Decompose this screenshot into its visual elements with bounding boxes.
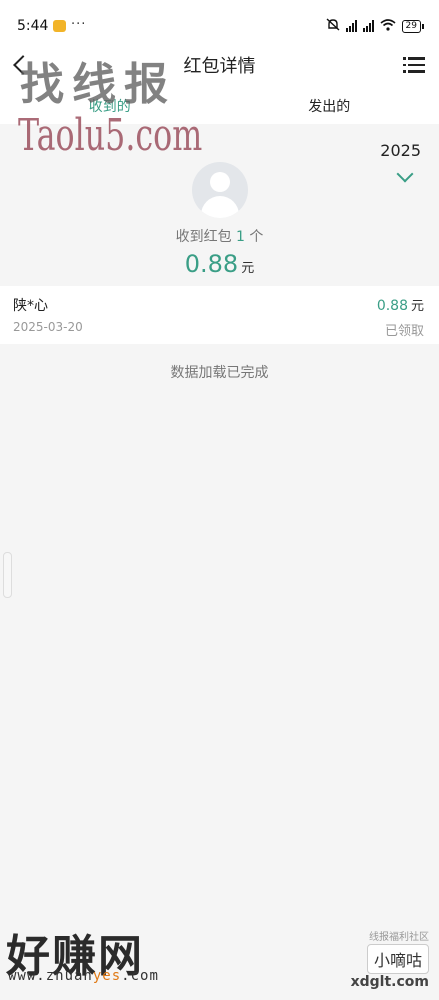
watermark-small: 线报福利社区 <box>369 932 429 943</box>
tab-sent[interactable]: 发出的 <box>220 88 439 124</box>
load-complete-text: 数据加载已完成 <box>170 365 269 381</box>
record-date: 2025-03-20 <box>13 320 83 334</box>
chevron-down-icon[interactable] <box>396 165 414 183</box>
count-suffix: 个 <box>249 229 264 245</box>
watermark-xd: xdglt.com <box>350 974 429 990</box>
status-time: 5:44 <box>17 18 49 34</box>
avatar-head-shape <box>210 172 230 192</box>
avatar <box>192 162 248 218</box>
status-icons: 29 <box>326 18 425 34</box>
list-item[interactable]: 陕*心 2025-03-20 0.88 元 已领取 <box>0 286 439 344</box>
total-amount-line: 0.88 元 <box>0 250 439 278</box>
site-prefix: www.zhuan <box>8 968 93 984</box>
received-count: 1 <box>236 229 245 245</box>
battery-icon: 29 <box>401 19 425 33</box>
year-selector[interactable]: 2025 <box>380 141 421 160</box>
total-unit: 元 <box>241 261 255 276</box>
watermark-site: www.zhuanyes.com <box>8 968 159 984</box>
received-count-line: 收到红包 1 个 <box>0 226 439 246</box>
record-status: 已领取 <box>384 324 424 339</box>
watermark-top: 找线报 <box>20 59 176 110</box>
notification-icon <box>53 20 66 32</box>
wifi-icon <box>380 18 396 34</box>
status-bar: 5:44 ··· 29 <box>0 0 439 42</box>
site-suffix: .com <box>121 968 159 984</box>
side-edge-handle[interactable] <box>3 552 12 598</box>
count-prefix: 收到红包 <box>175 229 232 245</box>
record-amount-value: 0.88 <box>376 298 408 314</box>
more-notifications-icon: ··· <box>71 17 87 32</box>
watermark-badge: 小嘀咕 <box>366 944 429 974</box>
site-highlight: yes <box>92 968 122 984</box>
record-amount-unit: 元 <box>410 299 424 314</box>
mute-icon <box>326 18 340 34</box>
signal-icon <box>345 20 357 32</box>
list-menu-icon[interactable] <box>403 56 425 74</box>
avatar-body-shape <box>201 196 239 218</box>
record-amount: 0.88 元 <box>377 295 424 314</box>
sender-name: 陕*心 <box>13 298 48 314</box>
watermark-taolu: Taolu5.com <box>18 110 203 161</box>
total-amount: 0.88 <box>184 250 239 278</box>
signal-icon-2 <box>362 20 374 32</box>
